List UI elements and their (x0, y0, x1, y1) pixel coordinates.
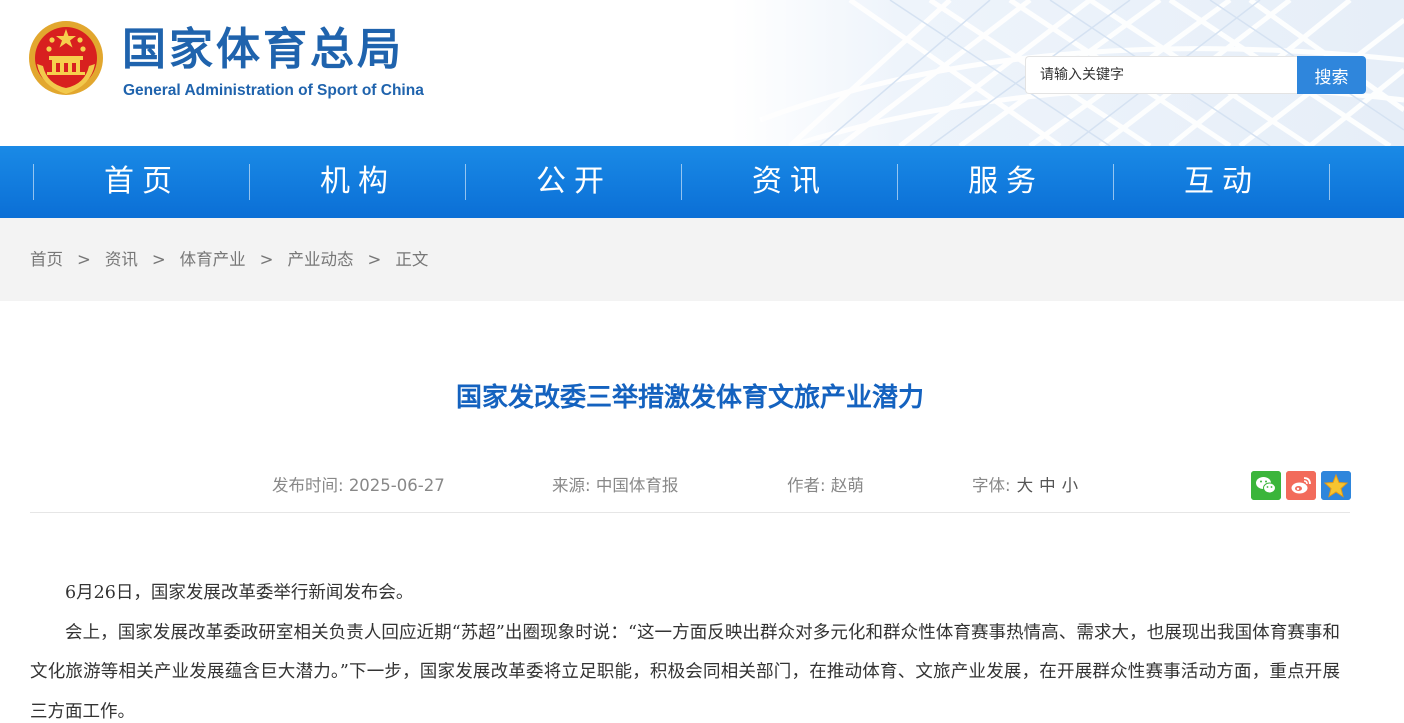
site-logo-text[interactable]: 国家体育总局 (122, 22, 404, 78)
breadcrumb-item-home[interactable]: 首页 (30, 218, 63, 301)
article-title: 国家发改委三举措激发体育文旅产业潜力 (455, 383, 924, 413)
national-emblem-icon (29, 21, 103, 95)
font-size-large[interactable]: 大 (1017, 476, 1034, 495)
nav-item-organization[interactable]: 机构 (250, 146, 466, 218)
nav-item-interaction[interactable]: 互动 (1114, 146, 1330, 218)
breadcrumb: 首页 > 资讯 > 体育产业 > 产业动态 > 正文 (30, 218, 428, 301)
font-size-medium[interactable]: 中 (1039, 476, 1056, 495)
article-paragraph: 会上，国家发展改革委政研室相关负责人回应近期“苏超”出圈现象时说：“这一方面反映… (30, 622, 1340, 722)
publish-date-label: 发布时间: (272, 476, 344, 495)
breadcrumb-separator: > (151, 250, 166, 269)
font-size-small[interactable]: 小 (1062, 476, 1079, 495)
nav-item-services[interactable]: 服务 (898, 146, 1114, 218)
search-button[interactable]: 搜索 (1297, 56, 1366, 94)
author-value: 赵萌 (830, 476, 864, 495)
wechat-icon[interactable] (1251, 471, 1281, 500)
breadcrumb-separator: > (259, 250, 274, 269)
main-nav: 首页 机构 公开 资讯 服务 互动 (0, 146, 1404, 218)
source-value: 中国体育报 (595, 476, 679, 495)
search-input[interactable] (1025, 56, 1297, 94)
article-body: 6月26日，国家发展改革委举行新闻发布会。 会上，国家发展改革委政研室相关负责人… (30, 574, 1340, 723)
author-label: 作者: (787, 476, 826, 495)
breadcrumb-item-current: 正文 (395, 250, 429, 269)
breadcrumb-item-sports-industry[interactable]: 体育产业 (180, 218, 246, 301)
source-label: 来源: (552, 476, 591, 495)
breadcrumb-separator: > (367, 250, 382, 269)
meta-divider (30, 512, 1350, 513)
nav-item-home[interactable]: 首页 (34, 146, 250, 218)
font-size-label: 字体: (972, 476, 1011, 495)
publish-date-value: 2025-06-27 (348, 476, 445, 495)
site-logo-english[interactable]: General Administration of Sport of China (123, 81, 424, 101)
font-size-control: 字体: 大中小 (972, 474, 1078, 498)
breadcrumb-separator: > (77, 250, 91, 269)
article-paragraph: 6月26日，国家发展改革委举行新闻发布会。 (65, 583, 414, 603)
nav-item-news[interactable]: 资讯 (682, 146, 898, 218)
weibo-icon[interactable] (1286, 471, 1316, 500)
nav-divider (1329, 164, 1330, 200)
breadcrumb-item-industry-news[interactable]: 产业动态 (287, 218, 353, 301)
article-author: 作者: 赵萌 (787, 474, 864, 498)
breadcrumb-item-news[interactable]: 资讯 (105, 218, 138, 301)
breadcrumb-bar: 首页 > 资讯 > 体育产业 > 产业动态 > 正文 (0, 218, 1404, 301)
article-source: 来源: 中国体育报 (552, 474, 678, 498)
site-header: 国家体育总局 General Administration of Sport o… (0, 0, 1404, 146)
favorite-star-icon[interactable] (1321, 471, 1351, 500)
publish-date: 发布时间: 2025-06-27 (272, 474, 445, 498)
nav-item-public[interactable]: 公开 (466, 146, 682, 218)
